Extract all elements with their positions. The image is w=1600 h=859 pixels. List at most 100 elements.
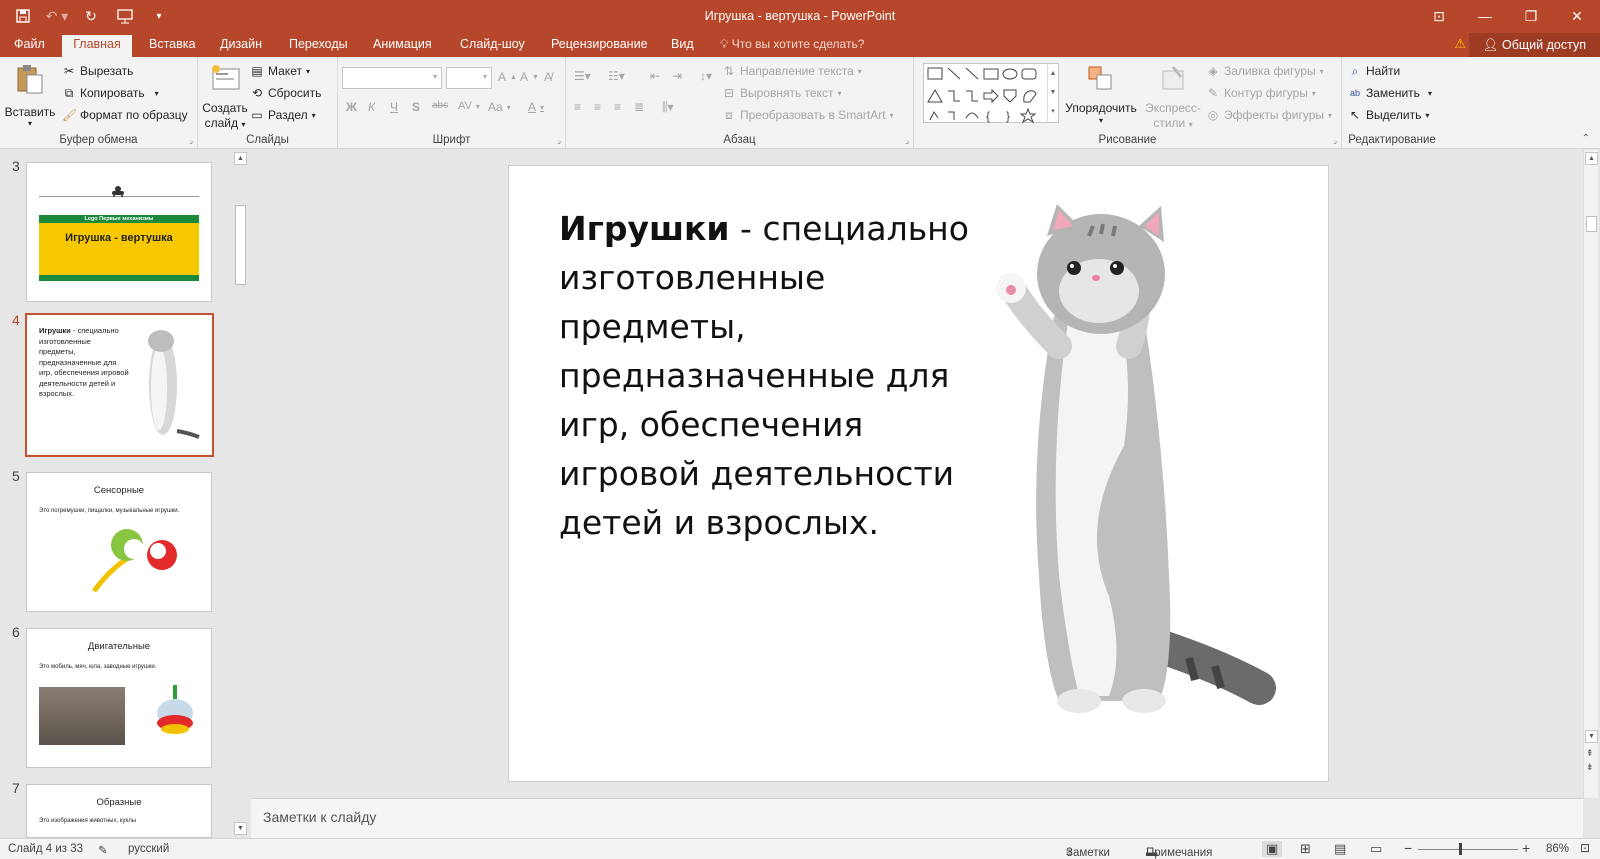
text-direction-button[interactable]: ⇅ Направление текста ▾ — [722, 64, 862, 78]
tab-review[interactable]: Рецензирование — [545, 36, 654, 57]
dialog-launcher-icon[interactable]: ⌟ — [557, 136, 561, 145]
shadow-button[interactable]: S — [412, 100, 420, 114]
slide-thumbnail-6[interactable]: Двигательные Это мобиль, мяч, юла, завод… — [26, 628, 212, 768]
select-button[interactable]: ↖ Выделить ▾ — [1348, 108, 1429, 122]
slide-body-text[interactable]: Игрушки - специально изготовленные предм… — [559, 204, 969, 547]
reading-view-icon[interactable]: ▤ — [1334, 841, 1346, 857]
layout-button[interactable]: ▤ Макет ▾ — [250, 64, 310, 78]
italic-button[interactable]: К — [368, 100, 375, 114]
section-button[interactable]: ▭ Раздел ▾ — [250, 108, 315, 122]
cat-toy-image[interactable] — [959, 196, 1299, 756]
align-center-icon[interactable]: ≡ — [594, 100, 601, 114]
tab-animation[interactable]: Анимация — [367, 36, 438, 57]
decrease-indent-icon[interactable]: ⇤ — [650, 69, 660, 83]
tab-insert[interactable]: Вставка — [143, 36, 201, 57]
next-slide-icon[interactable]: ⇟ — [1586, 762, 1594, 772]
font-name-select[interactable]: ▾ — [342, 67, 442, 89]
convert-smartart-button[interactable]: ⧈ Преобразовать в SmartArt ▾ — [722, 108, 893, 122]
tab-home[interactable]: Главная — [62, 35, 132, 58]
reset-button[interactable]: ⟲ Сбросить — [250, 86, 321, 100]
zoom-in-icon[interactable]: + — [1522, 840, 1530, 856]
scroll-up-icon[interactable]: ▲ — [234, 152, 247, 165]
replace-icon: ab — [1349, 88, 1360, 98]
thumbnail-scrollbar[interactable]: ▲ ▼ — [233, 150, 248, 838]
format-painter-button[interactable]: 🖌︎ Формат по образцу — [62, 108, 188, 122]
dialog-launcher-icon[interactable]: ⌟ — [1333, 136, 1337, 145]
shape-effects-button[interactable]: ◎ Эффекты фигуры ▾ — [1206, 108, 1332, 122]
zoom-slider[interactable] — [1418, 849, 1518, 850]
group-drawing: {} ▲ ▼ ▾ Упорядочить ▾ Экспресс- стили ▾ ◈… — [914, 57, 1342, 149]
scroll-down-icon[interactable]: ▼ — [234, 822, 247, 835]
char-spacing-button[interactable]: AV ▾ — [458, 100, 480, 112]
align-right-icon[interactable]: ≡ — [614, 100, 621, 114]
find-button[interactable]: ⌕ Найти — [1348, 64, 1401, 78]
copy-button[interactable]: ⧉ Копировать ▾ — [62, 86, 159, 100]
paste-button[interactable]: Вставить ▾ — [4, 61, 56, 128]
ribbon-display-options-icon[interactable]: ⊡ — [1416, 0, 1462, 32]
align-text-button[interactable]: ⊟ Выровнять текст ▾ — [722, 86, 842, 100]
tab-design[interactable]: Дизайн — [214, 36, 268, 57]
slide-thumbnail-4[interactable]: Игрушки - специально изготовленные предм… — [25, 313, 214, 457]
slide-counter[interactable]: Слайд 4 из 33 — [8, 843, 83, 855]
tell-me-search[interactable]: 💡︎ Что вы хотите сделать? — [720, 37, 864, 52]
tab-view[interactable]: Вид — [665, 36, 700, 57]
scroll-thumb[interactable] — [235, 205, 246, 285]
strikethrough-button[interactable]: abc — [432, 100, 448, 111]
align-left-icon[interactable]: ≡ — [574, 100, 581, 114]
change-case-button[interactable]: Aa ▾ — [488, 100, 511, 114]
share-button[interactable]: 👤︎ Общий доступ — [1468, 33, 1600, 57]
slide-sorter-icon[interactable]: ⊞ — [1300, 841, 1311, 857]
cut-button[interactable]: ✂ Вырезать — [62, 64, 133, 78]
tab-transitions[interactable]: Переходы — [283, 36, 354, 57]
slide-thumbnail-7[interactable]: Образные Это изображения животных, куклы — [26, 784, 212, 838]
arrange-button[interactable]: Упорядочить ▾ — [1064, 61, 1138, 127]
bold-button[interactable]: Ж — [346, 100, 357, 114]
shape-fill-button[interactable]: ◈ Заливка фигуры ▾ — [1206, 64, 1323, 78]
line-spacing-icon[interactable]: ↕▾ — [700, 69, 712, 83]
dialog-launcher-icon[interactable]: ⌟ — [905, 136, 909, 145]
person-icon: 👤︎ — [1482, 38, 1503, 52]
shape-outline-button[interactable]: ✎ Контур фигуры ▾ — [1206, 86, 1316, 100]
zoom-out-icon[interactable]: − — [1404, 840, 1412, 856]
slide-thumbnail-3[interactable]: Lego Первые механизмы Игрушка - вертушка — [26, 162, 212, 302]
tab-slideshow[interactable]: Слайд-шоу — [454, 36, 531, 57]
tab-file[interactable]: Файл — [8, 36, 51, 57]
spellcheck-icon[interactable]: ✎ — [98, 843, 108, 857]
fit-slide-icon[interactable]: ⊡ — [1580, 841, 1590, 855]
zoom-level[interactable]: 86% — [1546, 843, 1569, 855]
shapes-scroll[interactable]: ▲ ▼ ▾ — [1047, 64, 1058, 122]
zoom-slider-thumb[interactable] — [1459, 843, 1463, 855]
quick-styles-button[interactable]: Экспресс- стили ▾ — [1142, 61, 1204, 130]
columns-icon[interactable]: ⫼▾ — [662, 100, 674, 115]
justify-icon[interactable]: ≣ — [634, 100, 644, 114]
font-color-button[interactable]: A ▾ — [528, 100, 544, 114]
dialog-launcher-icon[interactable]: ⌟ — [189, 136, 193, 145]
current-slide[interactable]: Игрушки - специально изготовленные предм… — [508, 165, 1329, 782]
close-icon[interactable]: ✕ — [1554, 0, 1600, 32]
scroll-thumb[interactable] — [1586, 216, 1597, 232]
shrink-font-icon[interactable]: A ▼ — [520, 70, 539, 84]
restore-icon[interactable]: ❐ — [1508, 0, 1554, 32]
collapse-ribbon-icon[interactable]: ⌃ — [1582, 133, 1590, 144]
replace-button[interactable]: ab Заменить ▾ — [1348, 86, 1432, 100]
new-slide-button[interactable]: Создать слайд ▾ — [202, 61, 248, 130]
scroll-up-icon[interactable]: ▲ — [1585, 152, 1598, 165]
grow-font-icon[interactable]: A ▲ — [498, 70, 517, 84]
bullets-icon[interactable]: ☰▾ — [574, 69, 591, 83]
underline-button[interactable]: Ч — [390, 100, 398, 114]
scroll-down-icon[interactable]: ▼ — [1585, 730, 1598, 743]
slide-thumbnail-5[interactable]: Сенсорные Это погремушки, пищалки, музык… — [26, 472, 212, 612]
prev-slide-icon[interactable]: ⇞ — [1586, 748, 1594, 758]
slideshow-view-icon[interactable]: ▭ — [1370, 841, 1382, 857]
numbering-icon[interactable]: ☷▾ — [608, 69, 625, 83]
clear-formatting-icon[interactable]: A̸ — [544, 70, 552, 84]
warning-icon[interactable]: ⚠ — [1454, 36, 1466, 52]
slide-scrollbar[interactable]: ▲ ▼ ⇞ ⇟ — [1583, 150, 1598, 798]
normal-view-icon[interactable]: ▣ — [1262, 841, 1283, 857]
increase-indent-icon[interactable]: ⇥ — [672, 69, 682, 83]
font-size-select[interactable]: ▾ — [446, 67, 492, 89]
language-indicator[interactable]: русский — [128, 843, 169, 855]
minimize-icon[interactable]: — — [1462, 0, 1508, 32]
notes-pane[interactable]: Заметки к слайду — [251, 798, 1583, 838]
shapes-gallery[interactable]: {} ▲ ▼ ▾ — [923, 63, 1059, 124]
